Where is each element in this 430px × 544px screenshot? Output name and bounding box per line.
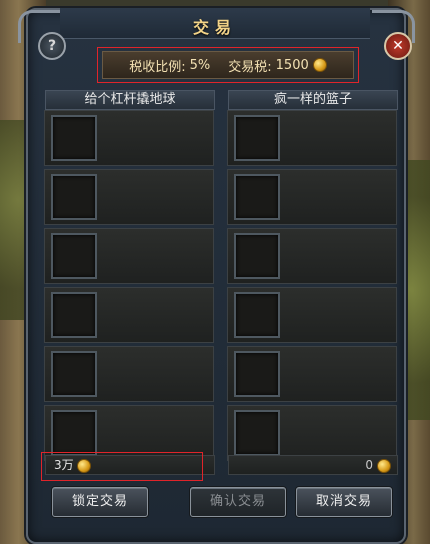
right-money-field: 0	[228, 455, 398, 475]
help-button[interactable]: ?	[38, 32, 66, 60]
item-slot-icon	[234, 115, 280, 161]
left-trader-name: 给个杠杆撬地球	[45, 90, 215, 110]
trade-tax-value: 1500	[275, 57, 309, 73]
cancel-trade-button[interactable]: 取消交易	[296, 487, 392, 517]
left-slot-row[interactable]	[44, 169, 214, 225]
left-money-value: 3万	[54, 458, 74, 472]
item-slot-icon	[234, 233, 280, 279]
left-slot-row[interactable]	[44, 346, 214, 402]
right-slot-row	[227, 346, 397, 402]
close-button[interactable]: ✕	[384, 32, 412, 60]
window-title: 交易	[192, 18, 237, 37]
item-slot-icon	[234, 351, 280, 397]
left-money-field[interactable]: 3万	[45, 455, 215, 475]
trade-tax-label: 交易税:	[228, 59, 272, 75]
tax-rate-label: 税收比例:	[129, 59, 186, 75]
item-slot-icon[interactable]	[51, 410, 97, 456]
right-slot-row	[227, 169, 397, 225]
item-slot-icon[interactable]	[51, 351, 97, 397]
item-slot-icon[interactable]	[51, 115, 97, 161]
gold-coin-icon	[77, 458, 92, 473]
right-slot-row	[227, 405, 397, 461]
confirm-trade-button[interactable]: 确认交易	[190, 487, 286, 517]
tax-info-highlight: 税收比例: 5% 交易税: 1500	[97, 47, 359, 83]
help-icon: ?	[47, 38, 57, 54]
close-icon: ✕	[392, 38, 404, 54]
tax-info-bar: 税收比例: 5% 交易税: 1500	[102, 51, 354, 79]
right-slot-row	[227, 228, 397, 284]
item-slot-icon	[234, 410, 280, 456]
gold-coin-icon	[312, 58, 327, 72]
item-slot-icon[interactable]	[51, 233, 97, 279]
right-slot-row	[227, 110, 397, 166]
left-item-slots	[44, 110, 214, 461]
left-slot-row[interactable]	[44, 228, 214, 284]
tax-rate-value: 5%	[189, 57, 211, 73]
left-slot-row[interactable]	[44, 110, 214, 166]
lock-trade-button[interactable]: 锁定交易	[52, 487, 148, 517]
gold-coin-icon	[377, 458, 391, 473]
item-slot-icon	[234, 292, 280, 338]
right-money-value: 0	[365, 458, 373, 472]
item-slot-icon[interactable]	[51, 292, 97, 338]
right-item-slots	[227, 110, 397, 461]
right-slot-row	[227, 287, 397, 343]
item-slot-icon	[234, 174, 280, 220]
item-slot-icon[interactable]	[51, 174, 97, 220]
left-slot-row[interactable]	[44, 287, 214, 343]
left-slot-row[interactable]	[44, 405, 214, 461]
right-trader-name: 疯一样的篮子	[228, 90, 398, 110]
